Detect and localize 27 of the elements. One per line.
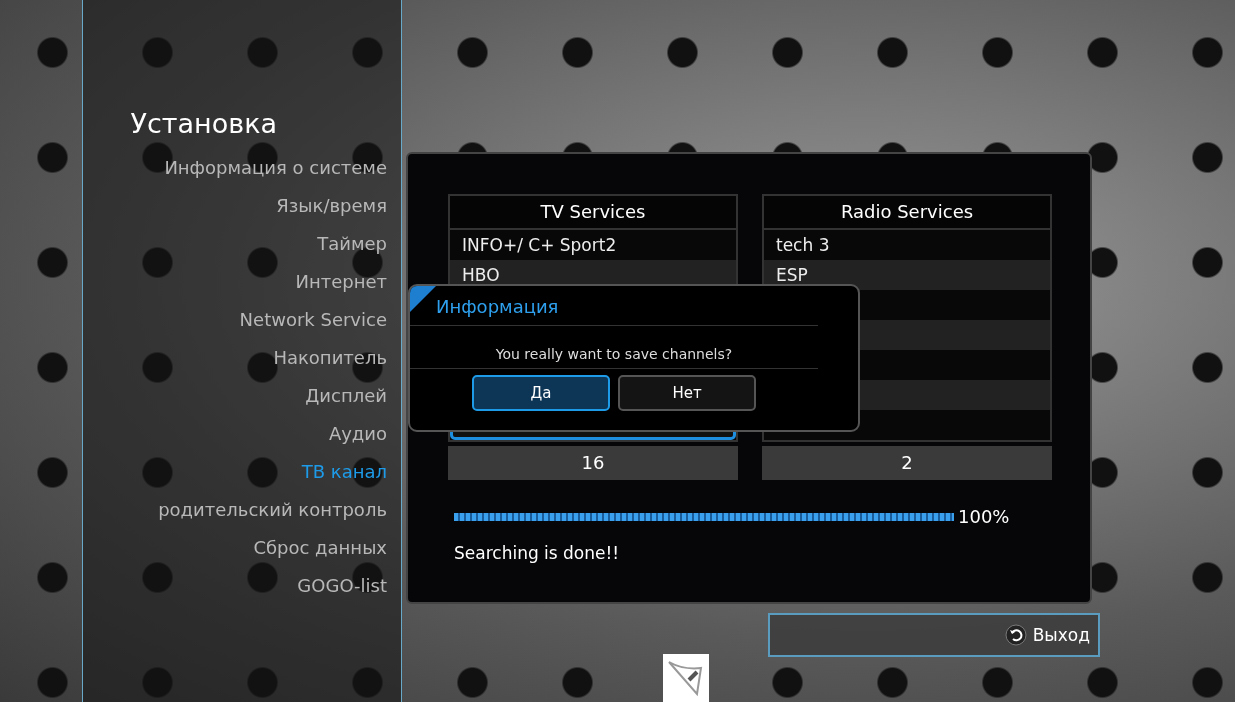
back-icon [1004, 624, 1027, 646]
dialog-message: You really want to save channels? [410, 346, 818, 369]
service-count: 2 [762, 446, 1052, 480]
status-text: Searching is done!! [453, 543, 621, 563]
menu-item[interactable]: Дисплей [305, 377, 387, 415]
service-count: 16 [448, 446, 738, 480]
corner-accent [410, 286, 436, 312]
menu-item[interactable]: Сброс данных [253, 529, 387, 567]
menu-item[interactable]: GOGO-list [297, 567, 387, 605]
dish-icon [663, 654, 709, 702]
menu-item[interactable]: родительский контроль [158, 491, 387, 529]
progress-reading: 100% [958, 506, 1010, 527]
exit-button[interactable]: Выход [768, 613, 1100, 657]
column-header: TV Services [448, 194, 738, 230]
menu-item[interactable]: Интернет [295, 263, 387, 301]
menu-item[interactable]: Network Service [239, 301, 387, 339]
dialog-button[interactable]: Да [472, 375, 610, 411]
menu-item[interactable]: Язык/время [276, 187, 387, 225]
menu-item[interactable]: Аудио [328, 415, 387, 453]
menu-item[interactable]: ТВ канал [301, 453, 387, 491]
column-header: Radio Services [762, 194, 1052, 230]
menu-item[interactable]: Накопитель [273, 339, 387, 377]
dialog-button[interactable]: Нет [618, 375, 756, 411]
menu-title: Установка [130, 108, 277, 139]
service-row[interactable]: ESP [764, 260, 1050, 290]
menu-item[interactable]: Таймер [317, 225, 387, 263]
menu-item[interactable]: Информация о системе [164, 149, 387, 187]
